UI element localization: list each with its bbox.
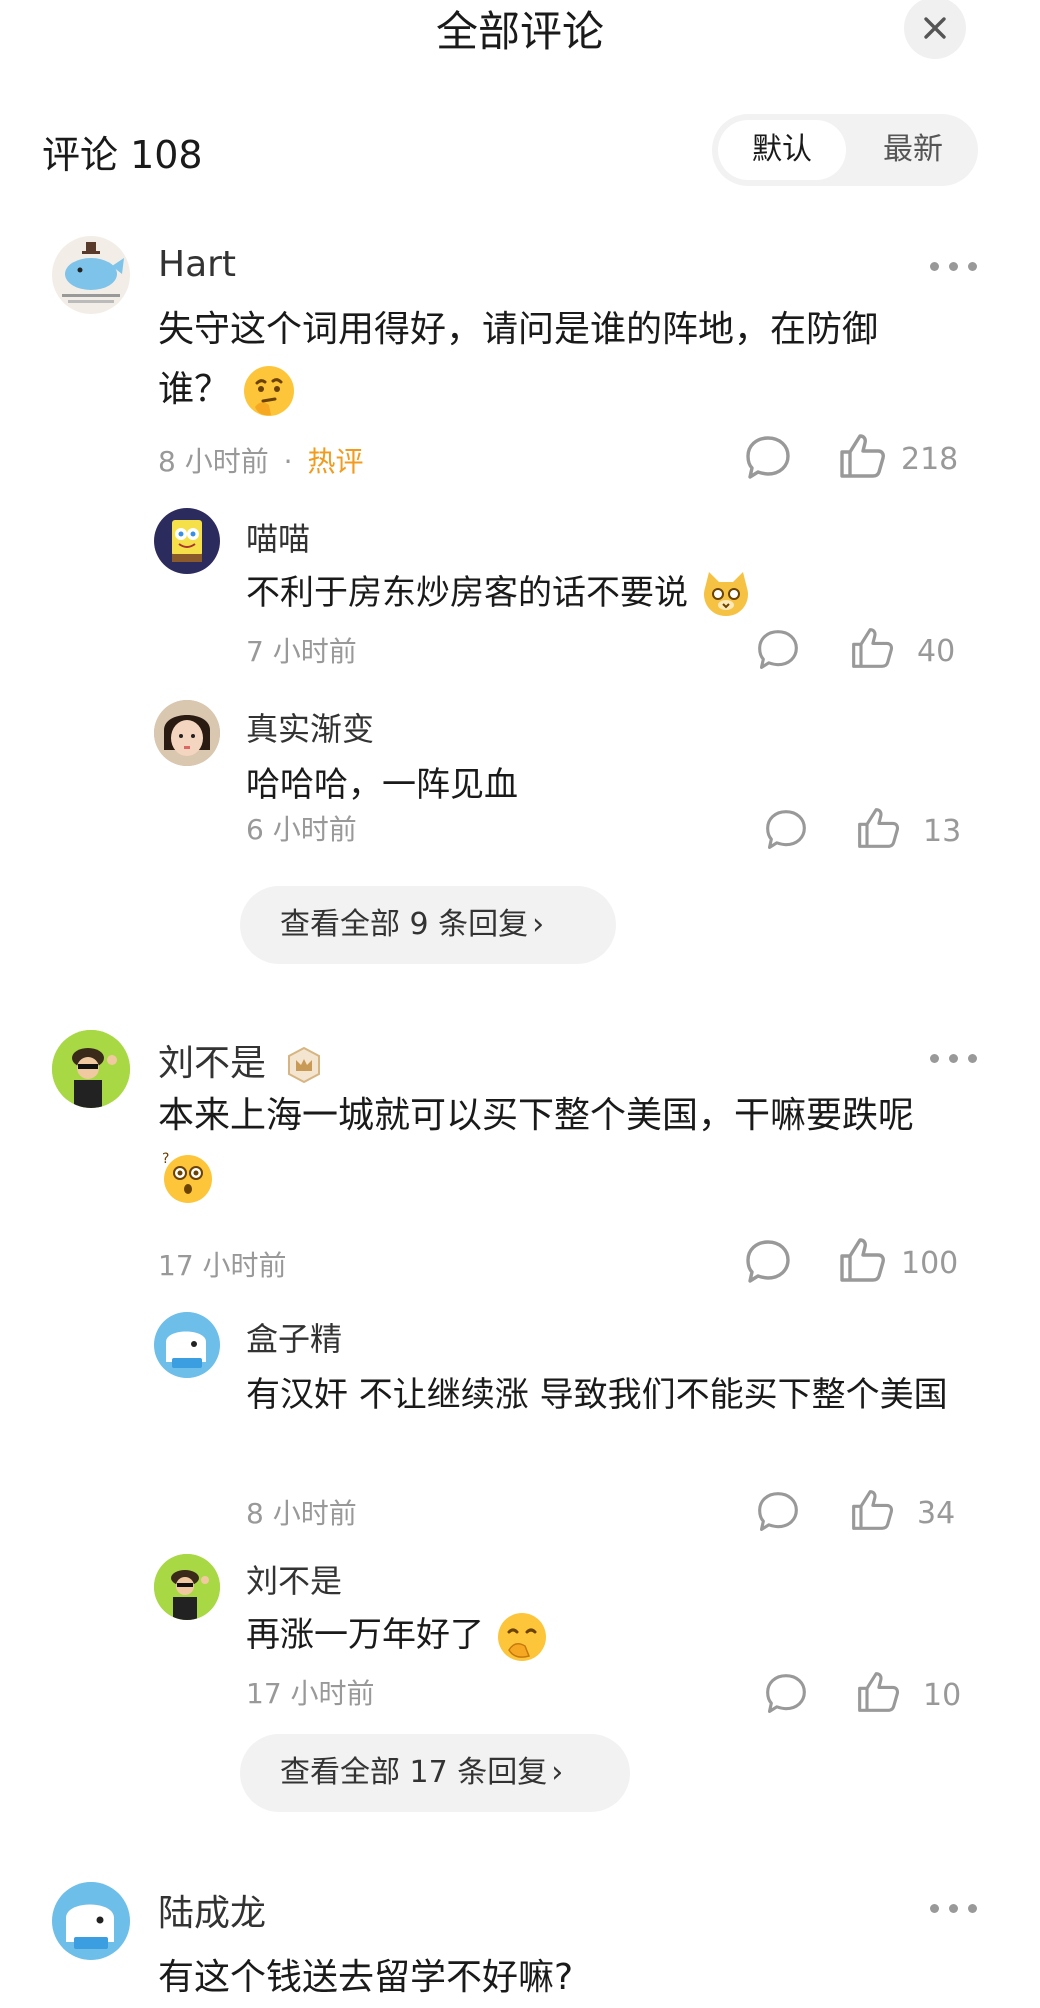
more-icon[interactable] — [930, 1898, 980, 1918]
crown-badge-icon — [288, 1046, 321, 1084]
reply-icon[interactable] — [756, 1490, 800, 1534]
spongebob-avatar-icon — [172, 520, 202, 562]
view-all-replies-button[interactable]: 查看全部 17 条回复 › — [240, 1734, 630, 1812]
reply-text: 哈哈哈，一阵见血 — [246, 765, 518, 805]
page-title: 全部评论 — [435, 7, 604, 56]
comment-time: 17 小时前 — [158, 1249, 287, 1282]
like-icon[interactable] — [838, 432, 886, 480]
svg-text:?: ? — [162, 1151, 169, 1167]
close-icon — [924, 17, 946, 39]
comment-text: 本来上海一城就可以买下整个美国，干嘛要跌呢 ? — [158, 1086, 948, 1206]
avatar[interactable] — [154, 1312, 220, 1378]
cat-emoji-icon — [703, 571, 748, 616]
more-icon[interactable] — [930, 1048, 980, 1068]
reply-text: 有汉奸 不让继续涨 导致我们不能买下整个美国 — [246, 1375, 948, 1415]
avatar[interactable] — [52, 1882, 130, 1960]
view-all-replies-button[interactable]: 查看全部 9 条回复 › — [240, 886, 616, 964]
sort-toggle: 默认 最新 — [712, 114, 978, 186]
reply-time: 6 小时前 — [246, 813, 357, 846]
cartoon-avatar-icon — [52, 1030, 130, 1108]
reply-text: 不利于房东炒房客的话不要说 — [246, 566, 966, 622]
comment-author[interactable]: Hart — [158, 244, 236, 285]
reply-time: 17 小时前 — [246, 1677, 375, 1710]
sort-default-tab[interactable]: 默认 — [718, 120, 846, 180]
avatar[interactable] — [52, 236, 130, 314]
hot-badge: 热评 — [307, 445, 364, 478]
chevron-right-icon: › — [551, 1755, 564, 1790]
comment-text: 失守这个词用得好，请问是谁的阵地，在防御谁？ — [158, 300, 948, 420]
comment-count: 评论 108 — [42, 133, 203, 177]
like-icon[interactable] — [850, 1488, 894, 1532]
like-icon[interactable] — [856, 1670, 900, 1714]
reply-author[interactable]: 盒子精 — [246, 1314, 342, 1360]
like-icon[interactable] — [856, 806, 900, 850]
reply-author[interactable]: 真实渐变 — [246, 704, 374, 750]
comment-meta: 8 小时前 · 热评 — [158, 445, 364, 478]
thinking-emoji-icon — [244, 366, 295, 416]
avatar[interactable] — [52, 1030, 130, 1108]
avatar[interactable] — [154, 1554, 220, 1620]
comment-time: 8 小时前 — [158, 445, 269, 478]
reply-text: 再涨一万年好了 — [246, 1608, 966, 1664]
reply-icon[interactable] — [764, 1672, 808, 1716]
like-count: 40 — [917, 634, 956, 669]
like-icon[interactable] — [850, 626, 894, 670]
reply-icon[interactable] — [744, 434, 792, 482]
avatar[interactable] — [154, 700, 220, 766]
covering-mouth-emoji-icon — [497, 1612, 546, 1661]
reply-icon[interactable] — [756, 628, 800, 672]
avatar[interactable] — [154, 508, 220, 574]
like-count: 218 — [901, 442, 959, 477]
more-icon[interactable] — [930, 256, 980, 276]
comment-author[interactable]: 刘不是 — [158, 1034, 323, 1086]
like-icon[interactable] — [838, 1236, 886, 1284]
like-count: 13 — [923, 814, 962, 849]
like-count: 100 — [901, 1246, 959, 1281]
close-button[interactable] — [904, 0, 966, 59]
box-spirit-avatar-icon — [154, 1312, 220, 1378]
surprised-emoji-icon: ? — [162, 1151, 212, 1203]
whale-avatar-icon — [62, 242, 124, 303]
chevron-right-icon: › — [532, 907, 545, 942]
reply-time: 7 小时前 — [246, 635, 357, 668]
reply-author[interactable]: 刘不是 — [246, 1556, 342, 1602]
box-spirit-avatar-icon — [52, 1882, 130, 1960]
like-count: 34 — [917, 1496, 956, 1531]
like-count: 10 — [923, 1678, 962, 1713]
child-avatar-icon — [154, 700, 220, 766]
comment-author[interactable]: 陆成龙 — [158, 1884, 266, 1936]
reply-author[interactable]: 喵喵 — [246, 514, 310, 560]
reply-icon[interactable] — [744, 1238, 792, 1286]
reply-time: 8 小时前 — [246, 1497, 357, 1530]
sort-latest-tab[interactable]: 最新 — [854, 120, 972, 180]
cartoon-avatar-icon — [154, 1554, 220, 1620]
reply-icon[interactable] — [764, 808, 808, 852]
comment-text: 有这个钱送去留学不好嘛? — [158, 1957, 574, 1998]
